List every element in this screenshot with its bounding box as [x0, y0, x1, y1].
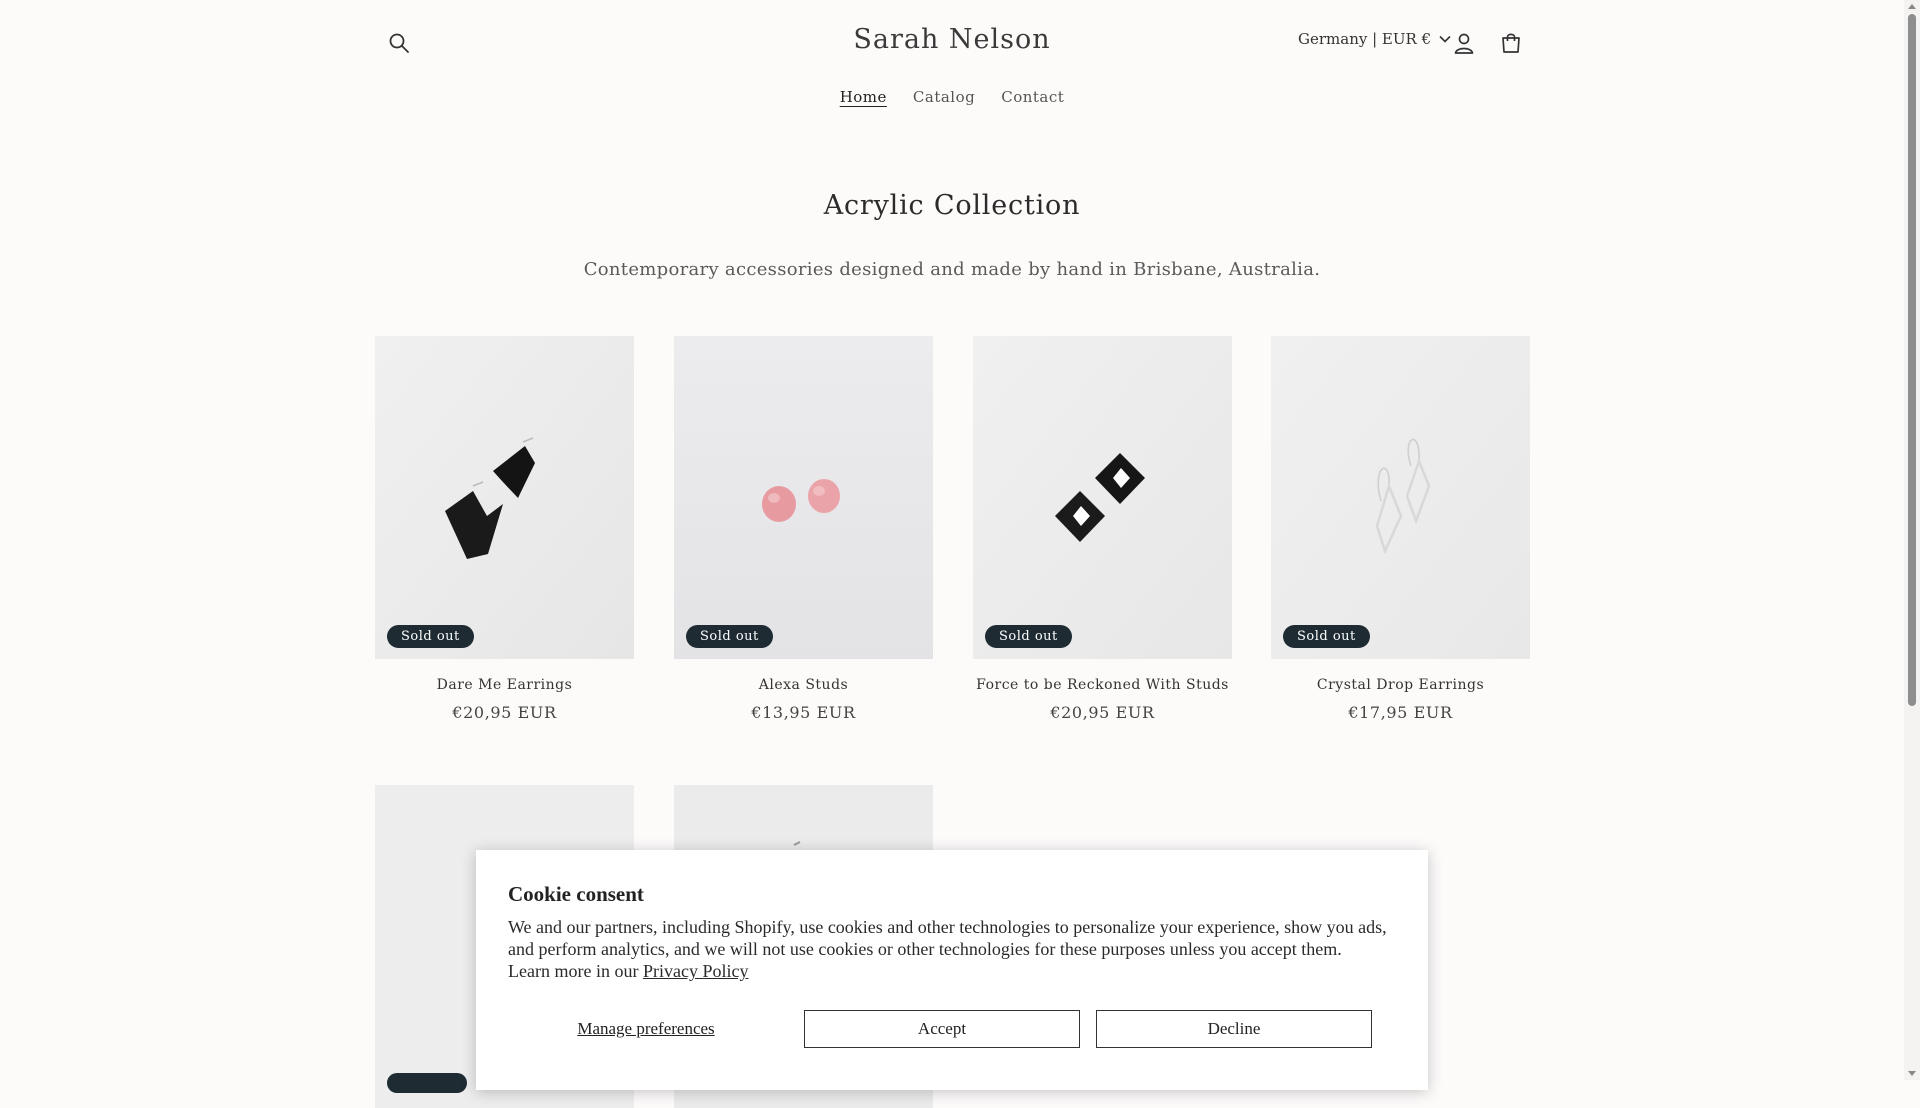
site-header: Sarah Nelson Germany | EUR € Home Catalo…	[0, 0, 1904, 140]
brand-logo[interactable]: Sarah Nelson	[853, 24, 1050, 55]
cookie-consent-title: Cookie consent	[508, 882, 644, 906]
product-image[interactable]: Sold out	[1271, 336, 1530, 659]
manage-preferences-button[interactable]: Manage preferences	[508, 1010, 784, 1048]
collection-title: Acrylic Collection	[823, 190, 1081, 221]
country-currency-selector[interactable]: Germany | EUR €	[1298, 30, 1451, 48]
collection-description: Contemporary accessories designed and ma…	[583, 259, 1321, 280]
page-scrollbar[interactable]	[1904, 0, 1920, 1080]
cookie-consent-body: We and our partners, including Shopify, …	[508, 917, 1387, 981]
product-image[interactable]: Sold out	[973, 336, 1232, 659]
product-card-dare-me[interactable]: Sold out Dare Me Earrings €20,95 EUR	[375, 336, 634, 722]
privacy-policy-link[interactable]: Privacy Policy	[643, 961, 749, 981]
search-icon	[388, 32, 410, 54]
product-image[interactable]: Sold out	[674, 336, 933, 659]
account-icon	[1453, 32, 1475, 54]
product-price: €20,95 EUR	[452, 703, 557, 722]
nav-home[interactable]: Home	[840, 88, 887, 106]
product-name[interactable]: Alexa Studs	[674, 677, 933, 693]
product-name[interactable]: Dare Me Earrings	[375, 677, 634, 693]
sold-out-badge: Sold out	[387, 625, 474, 648]
product-card-force-to-be-reckoned[interactable]: Sold out Force to be Reckoned With Studs…	[973, 336, 1232, 722]
product-name[interactable]: Crystal Drop Earrings	[1271, 677, 1530, 693]
product-price: €13,95 EUR	[751, 703, 856, 722]
product-price: €20,95 EUR	[1050, 703, 1155, 722]
sold-out-badge: Sold out	[686, 625, 773, 648]
product-card-alexa-studs[interactable]: Sold out Alexa Studs €13,95 EUR	[674, 336, 933, 722]
cookie-consent-text: We and our partners, including Shopify, …	[508, 916, 1388, 982]
search-button[interactable]	[382, 26, 416, 60]
nav-catalog[interactable]: Catalog	[913, 88, 975, 106]
sold-out-badge: Sold out	[1283, 625, 1370, 648]
sold-out-badge: Sold out	[985, 625, 1072, 648]
scrollbar-thumb[interactable]	[1908, 14, 1916, 706]
brand-logo-container: Sarah Nelson	[0, 24, 1904, 55]
locale-label: Germany | EUR €	[1298, 30, 1432, 48]
product-card-crystal-drop[interactable]: Sold out Crystal Drop Earrings €17,95 EU…	[1271, 336, 1530, 722]
product-name[interactable]: Force to be Reckoned With Studs	[973, 677, 1232, 693]
accept-button[interactable]: Accept	[804, 1010, 1080, 1048]
account-button[interactable]	[1447, 26, 1481, 60]
scroll-up-arrow-icon[interactable]	[1908, 4, 1916, 9]
decline-button[interactable]: Decline	[1096, 1010, 1372, 1048]
product-price: €17,95 EUR	[1348, 703, 1453, 722]
cart-icon	[1500, 32, 1522, 54]
cart-button[interactable]	[1494, 26, 1528, 60]
main-nav: Home Catalog Contact	[0, 88, 1904, 106]
nav-contact[interactable]: Contact	[1001, 88, 1064, 106]
cookie-consent-banner: Cookie consent We and our partners, incl…	[476, 850, 1428, 1090]
product-image[interactable]: Sold out	[375, 336, 634, 659]
scroll-down-arrow-icon[interactable]	[1908, 1071, 1916, 1076]
